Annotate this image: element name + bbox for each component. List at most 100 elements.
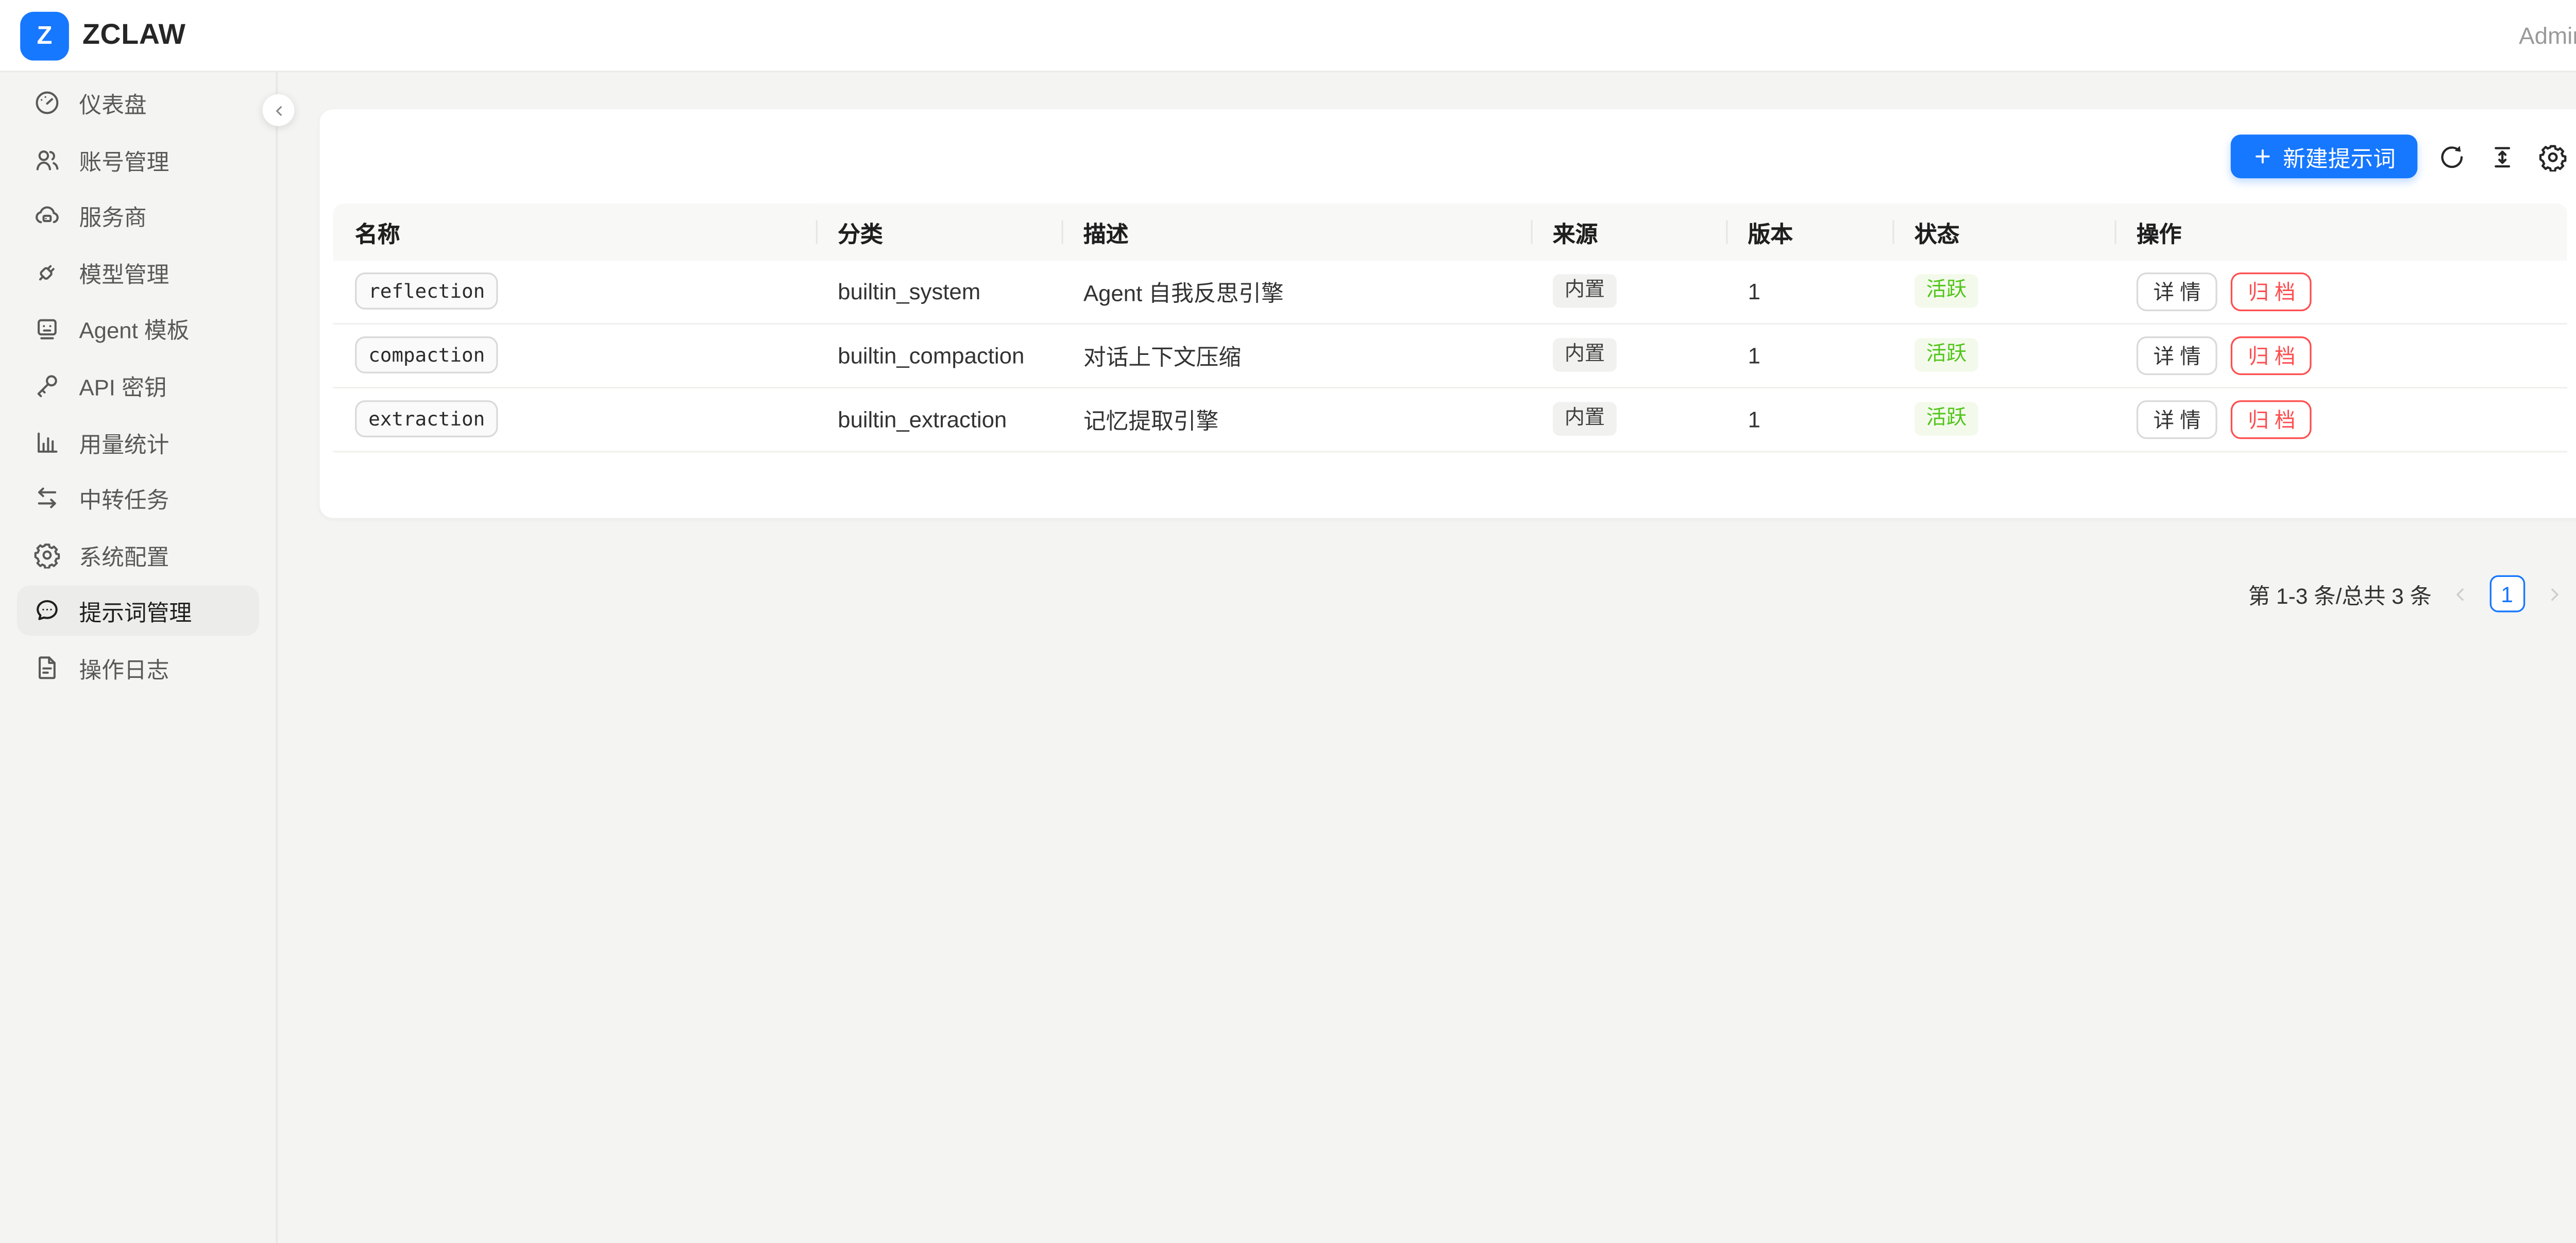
key-icon xyxy=(33,372,60,399)
column-header-description: 描述 xyxy=(1061,203,1531,260)
archive-button[interactable]: 归 档 xyxy=(2231,400,2313,438)
table-row: reflection builtin_system Agent 自我反思引擎 内置 1 活… xyxy=(333,260,2567,323)
cell-version: 1 xyxy=(1726,260,1892,323)
sidebar-item-label: 中转任务 xyxy=(79,481,169,515)
source-tag: 内置 xyxy=(1553,274,1617,308)
cell-version: 1 xyxy=(1726,388,1892,452)
archive-button[interactable]: 归 档 xyxy=(2231,335,2313,374)
sidebar-item-label: 操作日志 xyxy=(79,651,169,684)
cell-status: 活跃 xyxy=(1892,324,2114,388)
pagination-prev-button[interactable] xyxy=(2447,575,2473,612)
cell-actions: 详 情归 档 xyxy=(2114,388,2567,452)
sidebar-item-label: 仪表盘 xyxy=(79,86,146,120)
category-value: builtin_extraction xyxy=(838,406,1007,432)
sidebar-item-label: 用量统计 xyxy=(79,425,169,458)
cell-category: builtin_extraction xyxy=(816,388,1062,452)
cell-description: 对话上下文压缩 xyxy=(1061,324,1531,388)
row-actions: 详 情归 档 xyxy=(2137,335,2545,374)
detail-button[interactable]: 详 情 xyxy=(2137,271,2218,310)
source-tag: 内置 xyxy=(1553,337,1617,372)
sidebar-item-prompts[interactable]: 提示词管理 xyxy=(17,586,259,636)
table-row: compaction builtin_compaction 对话上下文压缩 内置 1 活跃… xyxy=(333,324,2567,388)
chevron-right-icon xyxy=(2545,585,2563,603)
cell-source: 内置 xyxy=(1531,388,1726,452)
cell-status: 活跃 xyxy=(1892,388,2114,452)
sidebar-item-label: 系统配置 xyxy=(79,538,169,571)
category-value: builtin_system xyxy=(838,278,980,303)
sidebar-item-label: 账号管理 xyxy=(79,142,169,176)
prompt-name-tag: compaction xyxy=(355,336,498,373)
status-badge: 活跃 xyxy=(1914,337,1978,372)
gear-icon xyxy=(33,541,60,568)
sidebar: 仪表盘账号管理服务商模型管理 Agent 模板 API 密钥用量统计中转任务系统配置… xyxy=(0,72,278,1243)
sidebar-menu: 仪表盘账号管理服务商模型管理 Agent 模板 API 密钥用量统计中转任务系统配置… xyxy=(17,77,259,693)
content-card: 新建提示词 名称分类描述来源版本状态操作 reflection builtin_s… xyxy=(319,109,2576,518)
users-icon xyxy=(33,146,60,173)
pagination-next-button[interactable] xyxy=(2540,575,2567,612)
detail-button[interactable]: 详 情 xyxy=(2137,335,2218,374)
sidebar-item-label: API 密钥 xyxy=(79,368,166,402)
version-value: 1 xyxy=(1748,342,1760,367)
user-menu[interactable]: Admin xyxy=(2519,22,2576,48)
table-header-row: 名称分类描述来源版本状态操作 xyxy=(333,203,2567,260)
swap-icon xyxy=(33,485,60,512)
robot-icon xyxy=(33,315,60,342)
sidebar-item-system-config[interactable]: 系统配置 xyxy=(17,530,259,580)
brand-title: ZCLAW xyxy=(82,19,186,52)
pagination-summary: 第 1-3 条/总共 3 条 xyxy=(2248,578,2432,610)
sidebar-item-accounts[interactable]: 账号管理 xyxy=(17,134,259,184)
archive-button[interactable]: 归 档 xyxy=(2231,271,2313,310)
page-1-button[interactable]: 1 xyxy=(2489,576,2525,612)
cell-description: 记忆提取引擎 xyxy=(1061,388,1531,452)
create-prompt-button[interactable]: 新建提示词 xyxy=(2231,134,2417,178)
chevron-left-icon xyxy=(270,102,287,119)
sidebar-collapse-button[interactable] xyxy=(262,94,294,126)
version-value: 1 xyxy=(1748,278,1760,303)
table-row: extractionbuiltin_extraction记忆提取引擎内置1活跃详… xyxy=(333,388,2567,452)
sidebar-item-operation-logs[interactable]: 操作日志 xyxy=(17,642,259,693)
cell-source: 内置 xyxy=(1531,324,1726,388)
column-header-version: 版本 xyxy=(1726,203,1892,260)
row-actions: 详 情归 档 xyxy=(2137,271,2545,310)
setting-icon[interactable] xyxy=(2538,142,2567,171)
source-tag: 内置 xyxy=(1553,401,1617,436)
chevron-left-icon xyxy=(2451,585,2470,603)
column-header-category: 分类 xyxy=(816,203,1062,260)
column-header-source: 来源 xyxy=(1531,203,1726,260)
status-badge: 活跃 xyxy=(1914,401,1978,436)
toolbar-icons xyxy=(2437,142,2567,171)
description-value: 对话上下文压缩 xyxy=(1083,345,1241,370)
sidebar-item-usage-stats[interactable]: 用量统计 xyxy=(17,416,259,467)
sidebar-item-relay-tasks[interactable]: 中转任务 xyxy=(17,473,259,523)
cell-status: 活跃 xyxy=(1892,260,2114,323)
category-value: builtin_compaction xyxy=(838,342,1024,367)
sidebar-item-providers[interactable]: 服务商 xyxy=(17,191,259,241)
status-badge: 活跃 xyxy=(1914,274,1978,308)
cell-actions: 详 情归 档 xyxy=(2114,324,2567,388)
cloud-server-icon xyxy=(33,202,60,229)
cell-actions: 详 情归 档 xyxy=(2114,260,2567,323)
description-value: Agent 自我反思引擎 xyxy=(1083,281,1284,306)
sidebar-item-label: 模型管理 xyxy=(79,256,169,289)
column-header-status: 状态 xyxy=(1892,203,2114,260)
bar-chart-icon xyxy=(33,428,60,455)
sidebar-item-agent-templates[interactable]: Agent 模板 xyxy=(17,303,259,354)
description-value: 记忆提取引擎 xyxy=(1083,408,1218,434)
sidebar-item-api-keys[interactable]: API 密钥 xyxy=(17,360,259,411)
api-plug-icon xyxy=(33,259,60,285)
pagination: 第 1-3 条/总共 3 条 1 xyxy=(2248,564,2567,624)
cell-version: 1 xyxy=(1726,324,1892,388)
file-text-icon xyxy=(33,654,60,681)
sidebar-item-models[interactable]: 模型管理 xyxy=(17,247,259,297)
sidebar-item-label: Agent 模板 xyxy=(79,312,189,345)
sidebar-item-label: 提示词管理 xyxy=(79,594,192,628)
column-header-name: 名称 xyxy=(333,203,816,260)
column-height-icon[interactable] xyxy=(2488,142,2517,171)
detail-button[interactable]: 详 情 xyxy=(2137,400,2218,438)
sidebar-item-dashboard[interactable]: 仪表盘 xyxy=(17,77,259,128)
brand-logo-icon: Z xyxy=(20,11,69,60)
app-root: Z ZCLAW Admin 仪表盘账号管理服务商模型管理 Agent 模板 API … xyxy=(0,0,2576,1243)
prompt-name-tag: reflection xyxy=(355,273,498,310)
row-actions: 详 情归 档 xyxy=(2137,400,2545,438)
reload-icon[interactable] xyxy=(2437,142,2466,171)
